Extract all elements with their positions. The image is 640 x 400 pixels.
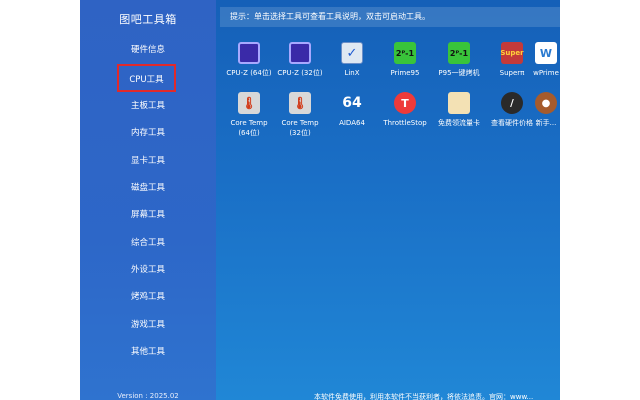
price-icon: / (501, 92, 523, 114)
tool-label: Core Temp (230, 119, 268, 127)
tool-label: wPrime (533, 69, 559, 77)
cpu-z-icon (289, 42, 311, 64)
tool-label: 免费领流量卡 (438, 119, 480, 127)
core-temp-icon: 🌡 (289, 92, 311, 114)
tool-label: Superπ (499, 69, 525, 77)
tool-free-sim-card[interactable]: 免费领流量卡 (432, 92, 486, 128)
tool-prime95[interactable]: 2ᴾ-1 Prime95 (378, 42, 432, 78)
sidebar: 图吧工具箱 硬件信息 CPU工具 主板工具 内存工具 显卡工具 磁盘工具 屏幕工… (80, 0, 216, 400)
sidebar-item-hardware-info[interactable]: 硬件信息 (80, 40, 216, 60)
tool-cpu-z-32[interactable]: CPU-Z (32位) (273, 42, 327, 78)
cpu-z-icon (238, 42, 260, 64)
hint-bar: 提示：单击选择工具可查看工具说明，双击可启动工具。 (220, 7, 560, 27)
tool-p95-one-click[interactable]: 2ᴾ-1 P95一键烤机 (432, 42, 486, 78)
tool-core-temp-64[interactable]: 🌡 Core Temp (64位) (222, 92, 276, 138)
app-title: 图吧工具箱 (119, 13, 177, 26)
linx-icon: ✓ (341, 42, 363, 64)
sidebar-item-other-tools[interactable]: 其他工具 (80, 342, 216, 362)
tool-hardware-price[interactable]: / 查看硬件价格 (485, 92, 539, 128)
superpi-icon: Super (500, 42, 524, 64)
tool-label: ThrottleStop (383, 119, 427, 127)
tool-label: AIDA64 (339, 119, 365, 127)
main-panel: 提示：单击选择工具可查看工具说明，双击可启动工具。 CPU-Z (64位) CP… (216, 0, 560, 400)
version-label: Version : 2025.02 (117, 392, 179, 400)
tool-label: CPU-Z (32位) (277, 69, 323, 77)
tool-throttlestop[interactable]: T ThrottleStop (378, 92, 432, 128)
sidebar-item-stress-tools[interactable]: 烤鸡工具 (80, 287, 216, 307)
tool-newbie[interactable]: ● 新手... (532, 92, 560, 128)
sidebar-item-motherboard-tools[interactable]: 主板工具 (80, 96, 216, 116)
tool-superpi[interactable]: Super Superπ (485, 42, 539, 78)
throttlestop-icon: T (394, 92, 416, 114)
tool-label: (64位) (238, 129, 260, 137)
sim-card-icon (448, 92, 470, 114)
sidebar-item-general-tools[interactable]: 综合工具 (80, 233, 216, 253)
prime95-icon: 2ᴾ-1 (448, 42, 470, 64)
tool-label: P95一键烤机 (438, 69, 480, 77)
footer-disclaimer: 本软件免费使用，利用本软件不当获利者，将依法追责。官网：www... (314, 393, 534, 400)
sidebar-item-peripheral-tools[interactable]: 外设工具 (80, 260, 216, 280)
sidebar-item-cpu-tools[interactable]: CPU工具 (117, 64, 176, 92)
sidebar-item-screen-tools[interactable]: 屏幕工具 (80, 205, 216, 225)
sidebar-item-disk-tools[interactable]: 磁盘工具 (80, 178, 216, 198)
tool-cpu-z-64[interactable]: CPU-Z (64位) (222, 42, 276, 78)
core-temp-icon: 🌡 (238, 92, 260, 114)
tool-label: Core Temp (281, 119, 319, 127)
tool-label: (32位) (289, 129, 311, 137)
prime95-icon: 2ᴾ-1 (394, 42, 416, 64)
app-window: 图吧工具箱 硬件信息 CPU工具 主板工具 内存工具 显卡工具 磁盘工具 屏幕工… (80, 0, 560, 400)
tool-label: 新手... (535, 119, 557, 127)
tool-label: CPU-Z (64位) (226, 69, 272, 77)
sidebar-item-game-tools[interactable]: 游戏工具 (80, 315, 216, 335)
wprime-icon: W (535, 42, 557, 64)
newbie-icon: ● (535, 92, 557, 114)
sidebar-item-gpu-tools[interactable]: 显卡工具 (80, 151, 216, 171)
tool-label: LinX (344, 69, 360, 77)
tool-core-temp-32[interactable]: 🌡 Core Temp (32位) (273, 92, 327, 138)
sidebar-item-memory-tools[interactable]: 内存工具 (80, 123, 216, 143)
aida64-icon: 64 (342, 95, 362, 111)
tool-label: 查看硬件价格 (491, 119, 533, 127)
tool-label: Prime95 (390, 69, 420, 77)
tool-linx[interactable]: ✓ LinX (325, 42, 379, 78)
tool-wprime[interactable]: W wPrime (532, 42, 560, 78)
tool-aida64[interactable]: 64 AIDA64 (325, 92, 379, 128)
